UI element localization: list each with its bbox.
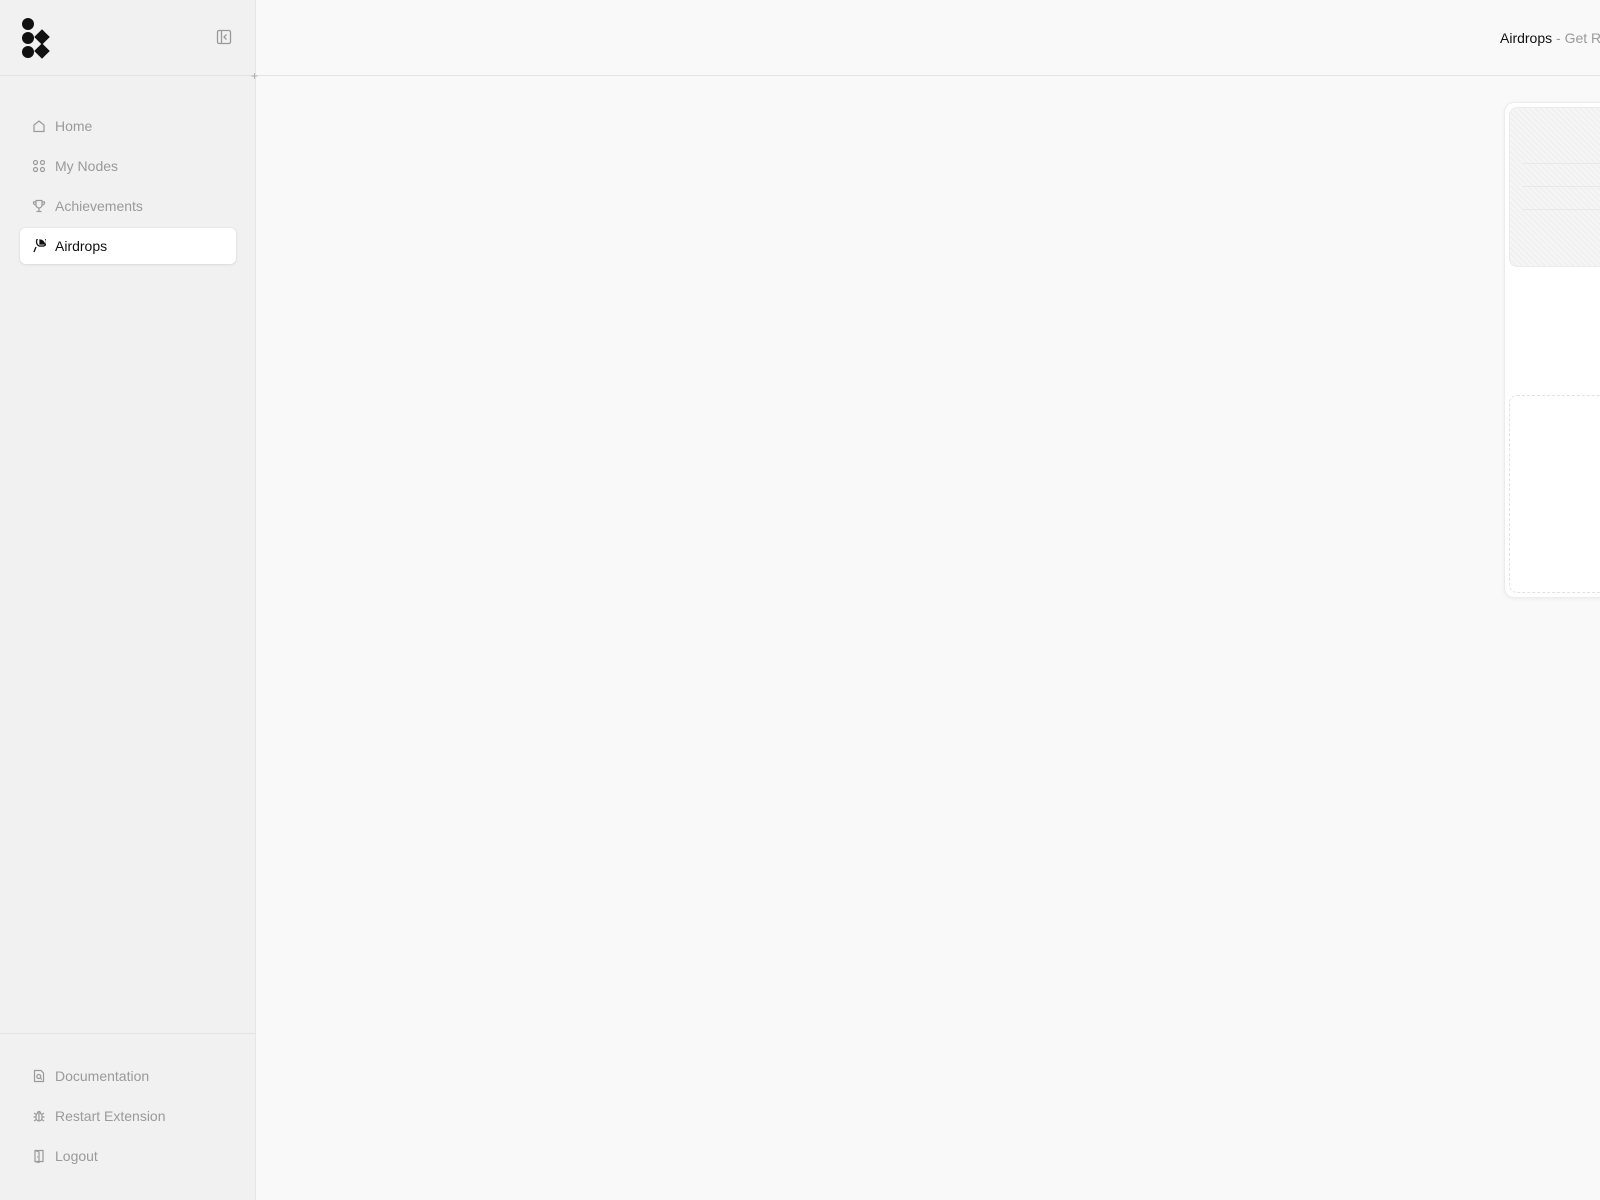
document-search-icon bbox=[31, 1068, 47, 1084]
home-icon bbox=[31, 118, 47, 134]
page-title: Airdrops - Get R bbox=[1500, 30, 1600, 46]
sidebar-item-achievements[interactable]: Achievements bbox=[20, 188, 236, 224]
dots-logo-icon[interactable] bbox=[20, 16, 52, 60]
collapse-sidebar-button[interactable] bbox=[214, 29, 234, 49]
sidebar-item-label: Home bbox=[55, 118, 93, 134]
bug-icon bbox=[31, 1108, 47, 1124]
sidebar-collapse-icon bbox=[216, 29, 232, 50]
trophy-icon bbox=[31, 198, 47, 214]
sidebar-item-label: Documentation bbox=[55, 1068, 150, 1084]
divider bbox=[1522, 209, 1600, 210]
divider bbox=[1522, 163, 1600, 164]
parachute-icon bbox=[31, 238, 47, 254]
sidebar-item-my-nodes[interactable]: My Nodes bbox=[20, 148, 236, 184]
airdrop-card-placeholder bbox=[1509, 107, 1600, 267]
top-bar bbox=[256, 0, 1600, 76]
sidebar-item-logout[interactable]: Logout bbox=[20, 1138, 236, 1174]
sidebar-item-restart-extension[interactable]: Restart Extension bbox=[20, 1098, 236, 1134]
sidebar-item-label: Logout bbox=[55, 1148, 98, 1164]
sidebar-item-label: Airdrops bbox=[55, 238, 108, 254]
nodes-grid-icon bbox=[31, 158, 47, 174]
sidebar-footer: Documentation Restart Extension Logout bbox=[0, 1033, 255, 1200]
divider bbox=[1522, 186, 1600, 187]
sidebar-item-label: My Nodes bbox=[55, 158, 119, 174]
page-title-main: Airdrops bbox=[1500, 30, 1553, 46]
logout-icon bbox=[31, 1148, 47, 1164]
sidebar-item-label: Achievements bbox=[55, 198, 143, 214]
app-window: Home My Nodes Achievements Airdrops Docu… bbox=[0, 0, 1600, 1200]
sidebar-item-label: Restart Extension bbox=[55, 1108, 166, 1124]
sidebar-header bbox=[0, 0, 255, 76]
sidebar-item-airdrops[interactable]: Airdrops bbox=[20, 228, 236, 264]
sidebar-footer-list: Documentation Restart Extension Logout bbox=[20, 1058, 236, 1178]
empty-dropzone bbox=[1509, 395, 1600, 593]
sidebar-item-home[interactable]: Home bbox=[20, 108, 236, 144]
airdrops-panel bbox=[1504, 102, 1600, 598]
page-title-subtitle: - Get R bbox=[1556, 30, 1600, 46]
sidebar-nav: Home My Nodes Achievements Airdrops bbox=[20, 108, 236, 268]
plus-icon: + bbox=[251, 69, 259, 83]
sidebar: Home My Nodes Achievements Airdrops Docu… bbox=[0, 0, 256, 1200]
sidebar-item-documentation[interactable]: Documentation bbox=[20, 1058, 236, 1094]
